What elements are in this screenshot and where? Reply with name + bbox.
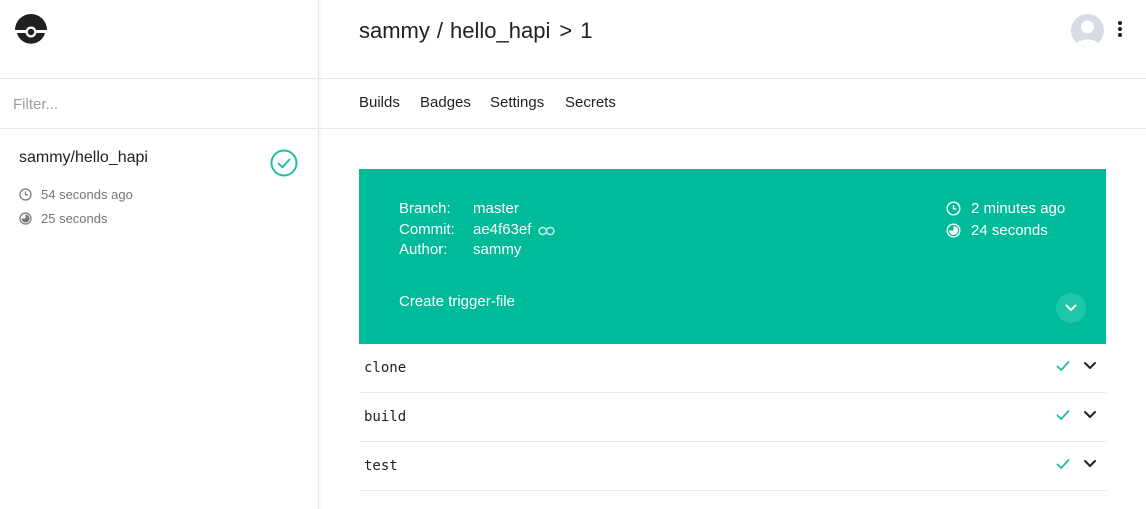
breadcrumb-chevron: > [559,18,573,43]
commit-value: ae4f63ef [473,221,532,238]
tab-builds[interactable]: Builds [359,94,400,111]
repo-duration: 25 seconds [19,211,108,226]
filter-bar [0,79,318,129]
tab-secrets[interactable]: Secrets [565,94,616,111]
build-started-text: 2 minutes ago [971,200,1066,217]
repo-name: sammy/hello_hapi [19,149,148,166]
chevron-down-icon[interactable] [1083,361,1097,371]
success-circle-icon [270,149,298,177]
repo-list-item[interactable]: sammy/hello_hapi 54 seconds ago 25 secon… [0,129,318,233]
step-row-clone[interactable]: clone [359,344,1106,393]
repo-duration-text: 25 seconds [41,211,108,226]
filter-input[interactable] [13,92,303,116]
author-label: Author: [399,241,448,258]
author-value: sammy [473,241,522,258]
build-duration: 24 seconds [946,222,1048,239]
logo-bar [0,0,318,79]
chevron-down-icon[interactable] [1083,459,1097,469]
check-icon [1056,459,1070,469]
build-summary-card: Branch: master Commit: ae4f63ef Author: … [359,169,1106,344]
main-content: sammy / hello_hapi > 1 Builds Badges Set… [320,0,1146,509]
chevron-down-icon[interactable] [1083,410,1097,420]
repo-last-build-text: 54 seconds ago [41,187,133,202]
tab-bar: Builds Badges Settings Secrets [320,79,1146,129]
chevron-down-icon [1065,304,1077,311]
clock-icon [19,188,32,201]
breadcrumb-repo[interactable]: hello_hapi [450,18,550,44]
avatar[interactable] [1071,14,1104,47]
link-icon[interactable] [538,226,556,236]
step-name: clone [364,360,407,376]
tab-settings[interactable]: Settings [490,94,544,111]
step-row-test[interactable]: test [359,442,1106,491]
sidebar: sammy/hello_hapi 54 seconds ago 25 secon… [0,0,319,509]
step-name: build [364,409,407,425]
breadcrumb: sammy / hello_hapi > 1 [359,18,592,44]
commit-label: Commit: [399,221,455,238]
breadcrumb-owner[interactable]: sammy [359,18,430,44]
expand-button[interactable] [1056,293,1086,323]
step-row-build[interactable]: build [359,393,1106,442]
timer-icon [19,212,32,225]
breadcrumb-build-number: 1 [580,18,593,43]
breadcrumb-separator: / [436,18,444,43]
page-header: sammy / hello_hapi > 1 [320,0,1146,79]
build-started: 2 minutes ago [946,200,1065,217]
timer-icon [946,223,961,238]
author-row: Author: sammy [399,241,521,258]
clock-icon [946,201,961,216]
tab-badges[interactable]: Badges [420,94,471,111]
commit-message: Create trigger-file [399,293,515,310]
check-icon [1056,361,1070,371]
build-duration-text: 24 seconds [971,222,1048,239]
user-avatar-icon [1075,20,1100,47]
repo-last-build: 54 seconds ago [19,187,133,202]
drone-logo-icon[interactable] [14,13,48,47]
branch-row: Branch: master [399,200,519,217]
more-menu-icon[interactable] [1115,19,1125,41]
step-name: test [364,458,398,474]
commit-row: Commit: ae4f63ef [399,221,556,238]
check-icon [1056,410,1070,420]
branch-label: Branch: [399,200,451,217]
branch-value: master [473,200,519,217]
